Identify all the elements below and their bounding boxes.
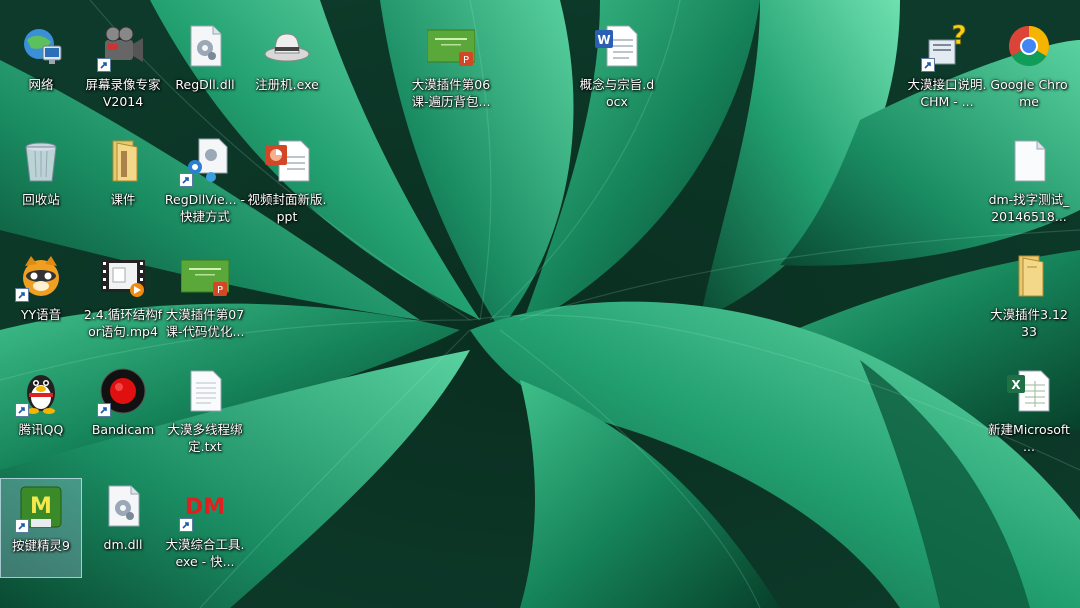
desktop-icon-dm-chm[interactable]: ? 大漠接口说明.CHM - ... <box>906 18 988 126</box>
word-doc-icon: W <box>593 22 641 70</box>
desktop-icon-lesson07[interactable]: P 大漠插件第07课-代码优化... <box>164 248 246 356</box>
folder-icon <box>99 137 147 185</box>
chrome-icon <box>1005 22 1053 70</box>
desktop-icon-bandicam[interactable]: Bandicam <box>82 363 164 471</box>
desktop-icon-dm-plugin-folder[interactable]: 大漠插件3.1233 <box>988 248 1070 356</box>
penguin-icon <box>15 367 65 417</box>
shortcut-arrow-icon <box>15 403 29 417</box>
text-file-icon <box>181 367 229 415</box>
desktop-icon-label: 课件 <box>110 192 136 207</box>
svg-text:P: P <box>463 55 469 66</box>
desktop-icon-label: 概念与宗旨.docx <box>579 77 655 109</box>
svg-text:W: W <box>597 33 610 47</box>
desktop-icon-video-cover-ppt[interactable]: 视频封面新版.ppt <box>246 133 328 241</box>
help-chm-icon: ? <box>921 22 971 72</box>
keyboard-wizard-icon: M <box>15 483 65 533</box>
desktop-icon-yy[interactable]: YY语音 <box>0 248 82 356</box>
shortcut-arrow-icon <box>921 58 935 72</box>
desktop-icon-concept-doc[interactable]: W 概念与宗旨.docx <box>576 18 658 126</box>
ppt-file-icon <box>263 137 311 185</box>
svg-text:X: X <box>1011 378 1021 392</box>
desktop-icon-keyboard-wizard[interactable]: M 按键精灵9 <box>0 478 82 578</box>
desktop-icon-recycle-bin[interactable]: 回收站 <box>0 133 82 241</box>
yy-raccoon-icon <box>15 252 65 302</box>
shortcut-arrow-icon <box>179 173 193 187</box>
video-file-icon <box>99 252 147 300</box>
desktop-icon-label: RegDllVie... - 快捷方式 <box>164 192 246 224</box>
desktop-icon-label: 大漠多线程绑定.txt <box>167 422 243 454</box>
desktop-icon-regdllview[interactable]: RegDllVie... - 快捷方式 <box>164 133 246 241</box>
shortcut-arrow-icon <box>97 58 111 72</box>
desktop-icon-dm-find-text[interactable]: dm-找字测试_20146518... <box>988 133 1070 241</box>
shortcut-arrow-icon <box>15 519 29 533</box>
desktop-icon-label: 按键精灵9 <box>12 538 70 553</box>
desktop-icon-label: 大漠接口说明.CHM - ... <box>907 77 987 109</box>
blank-file-icon <box>1005 137 1053 185</box>
desktop-icon-dm-dll[interactable]: dm.dll <box>82 478 164 586</box>
desktop-icon-label: 屏幕录像专家V2014 <box>85 77 161 109</box>
hat-icon <box>263 22 311 70</box>
desktop-icon-label: dm-找字测试_20146518... <box>988 192 1070 224</box>
dll-file-icon <box>99 482 147 530</box>
svg-text:DM: DM <box>185 495 225 520</box>
network-icon <box>17 22 65 70</box>
dm-logo-icon: DM <box>179 482 229 532</box>
regdllview-icon <box>179 137 229 187</box>
desktop-icon-label: Bandicam <box>91 422 155 437</box>
desktop-icon-label: 2.4.循环结构for语句.mp4 <box>83 307 163 339</box>
desktop-icon-label: YY语音 <box>20 307 62 322</box>
desktop-icon-label: 注册机.exe <box>255 77 319 92</box>
desktop-icon-qq[interactable]: 腾讯QQ <box>0 363 82 471</box>
desktop-icon-loop-mp4[interactable]: 2.4.循环结构for语句.mp4 <box>82 248 164 356</box>
shortcut-arrow-icon <box>15 288 29 302</box>
desktop-icon-label: 视频封面新版.ppt <box>247 192 327 224</box>
desktop-icon-multithread-txt[interactable]: 大漠多线程绑定.txt <box>164 363 246 471</box>
desktop-icon-label: 网络 <box>28 77 54 92</box>
desktop-icon-label: 大漠插件第07课-代码优化... <box>165 307 245 339</box>
video-camera-icon <box>97 22 147 72</box>
desktop-icon-label: Google Chrome <box>990 77 1068 109</box>
desktop-icon-courseware[interactable]: 课件 <box>82 133 164 241</box>
recycle-bin-icon <box>17 137 65 185</box>
shortcut-arrow-icon <box>179 518 193 532</box>
folder-icon <box>1005 252 1053 300</box>
desktop-icon-label: 腾讯QQ <box>18 422 64 437</box>
record-button-icon <box>97 367 147 417</box>
svg-text:M: M <box>30 494 52 519</box>
desktop-icon-screen-recorder[interactable]: 屏幕录像专家V2014 <box>82 18 164 126</box>
desktop-icon-label: 大漠综合工具.exe - 快... <box>165 537 245 569</box>
desktop-icon-label: RegDll.dll <box>175 77 235 92</box>
desktop-icon-label: 回收站 <box>22 192 60 207</box>
desktop-icon-regdll[interactable]: RegDll.dll <box>164 18 246 126</box>
svg-text:P: P <box>217 285 223 296</box>
desktop-icon-new-excel[interactable]: X 新建Microsoft ... <box>988 363 1070 471</box>
svg-text:?: ? <box>951 22 966 51</box>
desktop-icon-lesson06[interactable]: P 大漠插件第06课-遍历背包... <box>410 18 492 126</box>
ppt-slide-icon: P <box>427 22 475 70</box>
desktop-icon-label: 大漠插件3.1233 <box>990 307 1068 339</box>
shortcut-arrow-icon <box>97 403 111 417</box>
desktop-icon-network[interactable]: 网络 <box>0 18 82 126</box>
desktop-icon-dm-tools[interactable]: DM 大漠综合工具.exe - 快... <box>164 478 246 586</box>
desktop-icon-label: 新建Microsoft ... <box>988 422 1070 454</box>
excel-file-icon: X <box>1005 367 1053 415</box>
ppt-slide-icon: P <box>181 252 229 300</box>
desktop-icon-label: dm.dll <box>103 537 143 552</box>
dll-file-icon <box>181 22 229 70</box>
desktop-icon-register-exe[interactable]: 注册机.exe <box>246 18 328 126</box>
desktop-icon-chrome[interactable]: Google Chrome <box>988 18 1070 126</box>
desktop-icon-label: 大漠插件第06课-遍历背包... <box>411 77 491 109</box>
